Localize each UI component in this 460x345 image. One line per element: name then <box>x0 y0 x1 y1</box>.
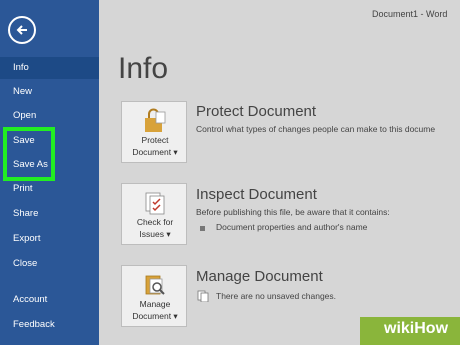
document-stack-icon <box>197 290 209 302</box>
protect-document-description: Control what types of changes people can… <box>196 124 436 134</box>
manage-document-heading: Manage Document <box>196 268 323 285</box>
check-document-icon <box>145 192 165 215</box>
manage-document-icon <box>145 275 165 295</box>
protect-document-button[interactable]: Protect Document ▾ <box>121 101 187 163</box>
sidebar-item-feedback[interactable]: Feedback <box>0 314 99 336</box>
manage-document-button[interactable]: Manage Document ▾ <box>121 265 187 327</box>
back-arrow-icon[interactable] <box>8 16 36 44</box>
protect-document-heading: Protect Document <box>196 103 317 120</box>
inspect-document-heading: Inspect Document <box>196 186 317 203</box>
sidebar-item-print[interactable]: Print <box>0 178 99 200</box>
lock-icon <box>145 108 166 132</box>
sidebar-item-open[interactable]: Open <box>0 105 99 127</box>
sidebar-item-info[interactable]: Info <box>0 57 99 79</box>
check-for-issues-button[interactable]: Check for Issues ▾ <box>121 183 187 245</box>
window-title: Document1 - Word <box>372 9 448 19</box>
manage-document-description: There are no unsaved changes. <box>216 291 337 301</box>
inspect-document-bullet: Document properties and author's name <box>216 222 368 232</box>
watermark-text: wikiHow <box>384 320 449 337</box>
check-for-issues-label-1: Check for <box>136 217 174 227</box>
check-for-issues-label-2: Issues ▾ <box>139 229 171 239</box>
sidebar-item-share[interactable]: Share <box>0 203 99 225</box>
bullet-icon <box>200 226 205 231</box>
sidebar-item-account[interactable]: Account <box>0 289 99 311</box>
sidebar-item-export[interactable]: Export <box>0 228 99 250</box>
manage-document-label-1: Manage <box>139 299 171 309</box>
highlight-box <box>3 127 55 181</box>
protect-document-label-2: Document ▾ <box>132 147 178 157</box>
sidebar-item-close[interactable]: Close <box>0 253 99 275</box>
page-title: Info <box>118 52 169 85</box>
protect-document-label-1: Protect <box>141 135 169 145</box>
manage-document-label-2: Document ▾ <box>132 311 178 321</box>
inspect-document-description: Before publishing this file, be aware th… <box>196 207 390 217</box>
sidebar-item-new[interactable]: New <box>0 81 99 103</box>
backstage-sidebar: Info New Open Save Save As Print Share E… <box>0 0 99 345</box>
